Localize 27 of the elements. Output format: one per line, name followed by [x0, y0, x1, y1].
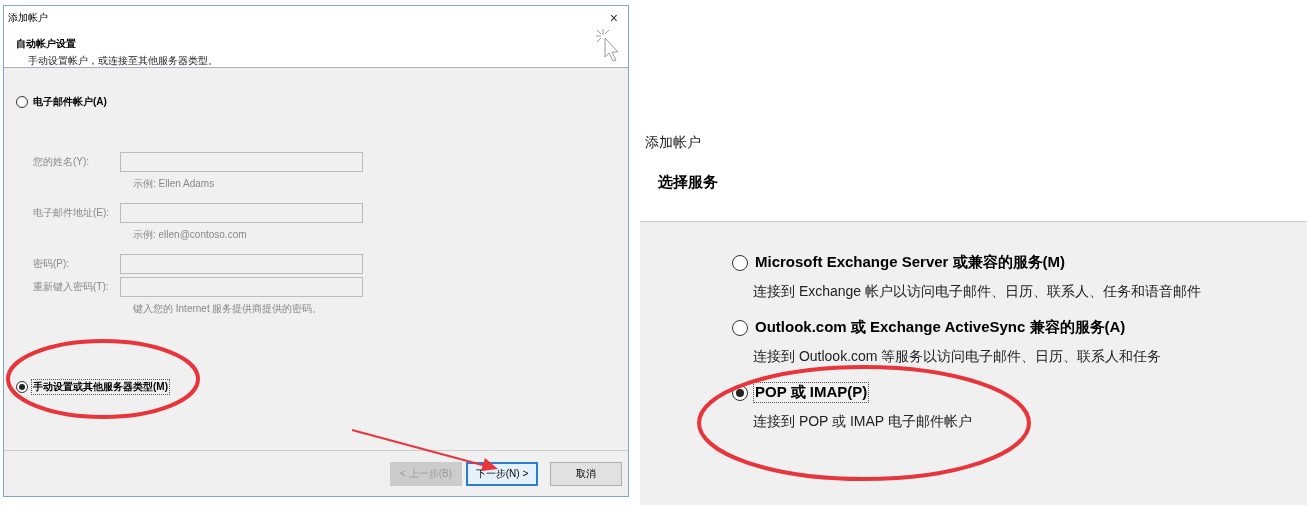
radio-button[interactable] [732, 319, 748, 336]
header-title: 自动帐户设置 [16, 37, 77, 51]
close-button[interactable]: × [605, 9, 622, 26]
option-description: 连接到 POP 或 IMAP 电子邮件帐户 [753, 413, 973, 431]
hint-text: 示例: Ellen Adams [133, 177, 216, 189]
option-label[interactable]: Outlook.com 或 Exchange ActiveSync 兼容的服务(A) [753, 317, 1128, 338]
radio-button[interactable] [16, 381, 28, 393]
section-heading: 选择服务 [658, 173, 719, 192]
header-subtitle: 手动设置帐户，或连接至其他服务器类型。 [28, 54, 218, 68]
option-label[interactable]: 手动设置或其他服务器类型(M) [31, 379, 170, 395]
window-title: 添加帐户 [8, 10, 48, 25]
option-label[interactable]: POP 或 IMAP(P) [753, 382, 870, 403]
field-label: 密码(P): [33, 257, 71, 271]
dialog-button[interactable]: 取消 [550, 461, 622, 486]
field-label: 重新键入密码(T): [33, 280, 110, 294]
panel-title: 添加帐户 [645, 134, 702, 152]
hint-text: 示例: ellen@contoso.com [133, 228, 248, 240]
field-label: 您的姓名(Y): [33, 155, 91, 169]
option-description: 连接到 Outlook.com 等服务以访问电子邮件、日历、联系人和任务 [753, 348, 1163, 366]
option-label[interactable]: 电子邮件帐户(A) [31, 94, 109, 110]
radio-button[interactable] [16, 96, 28, 108]
option-label[interactable]: Microsoft Exchange Server 或兼容的服务(M) [753, 252, 1068, 273]
option-description: 连接到 Exchange 帐户以访问电子邮件、日历、联系人、任务和语音邮件 [753, 283, 1203, 301]
hint-text: 键入您的 Internet 服务提供商提供的密码。 [133, 302, 324, 314]
radio-button[interactable] [732, 254, 748, 271]
dialog-button[interactable]: 下一步(N) > [466, 461, 538, 486]
field-label: 电子邮件地址(E): [33, 206, 111, 220]
